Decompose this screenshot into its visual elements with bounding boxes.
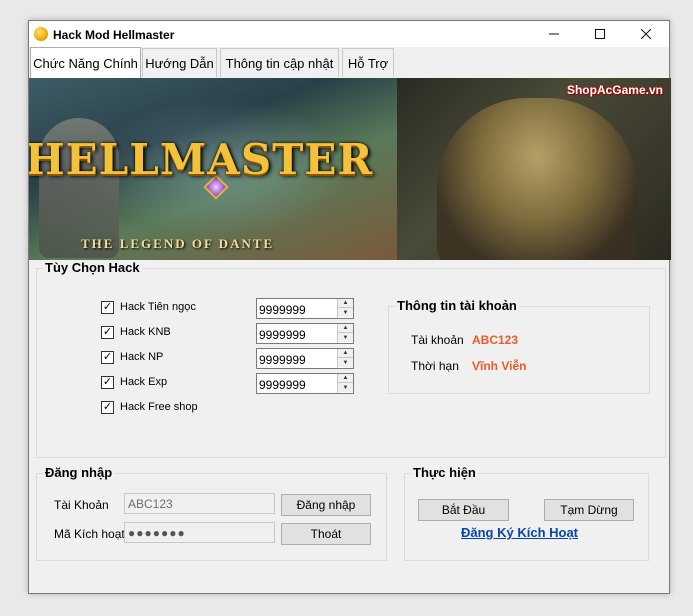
banner-artwork-right: ShopAcGame.vn (397, 78, 671, 260)
login-button[interactable]: Đăng nhập (281, 494, 371, 516)
hack-option-np[interactable]: ✓ Hack NP (101, 349, 163, 365)
checkbox-tien-ngoc[interactable]: ✓ (101, 300, 114, 314)
checkbox-exp[interactable]: ✓ (101, 375, 114, 389)
stepper-down-icon[interactable]: ▼ (338, 333, 353, 342)
window-title: Hack Mod Hellmaster (53, 28, 175, 42)
tab-update-info[interactable]: Thông tin cập nhật (220, 48, 339, 77)
checkbox-knb[interactable]: ✓ (101, 325, 114, 339)
banner-artwork-left: HELLMASTER THE LEGEND OF DANTE (29, 78, 397, 260)
stepper-up-icon[interactable]: ▲ (338, 349, 353, 358)
tab-main-functions[interactable]: Chức Năng Chính (30, 47, 141, 78)
stepper-down-icon[interactable]: ▼ (338, 358, 353, 367)
close-button[interactable] (623, 21, 669, 47)
hack-option-exp[interactable]: ✓ Hack Exp (101, 374, 167, 390)
execute-group: Thực hiện Bắt Đầu Tạm Dừng Đăng Ký Kích … (404, 465, 649, 561)
stepper-value[interactable]: 9999999 (259, 378, 306, 392)
close-icon (641, 29, 651, 39)
stepper-down-icon[interactable]: ▼ (338, 308, 353, 317)
exit-button[interactable]: Thoát (281, 523, 371, 545)
stepper-value[interactable]: 9999999 (259, 328, 306, 342)
hack-option-label: Hack KNB (120, 326, 171, 338)
expiry-label: Thời hạn (411, 359, 459, 373)
stepper-value[interactable]: 9999999 (259, 353, 306, 367)
hack-options-title: Tùy Chọn Hack (43, 260, 142, 275)
game-banner: HELLMASTER THE LEGEND OF DANTE ShopAcGam… (29, 78, 671, 260)
banner-warrior-image (437, 98, 637, 260)
knb-amount-stepper[interactable]: 9999999 ▲ ▼ (256, 323, 354, 344)
hack-option-label: Hack Free shop (120, 401, 198, 413)
activation-code-field[interactable]: ●●●●●●● (124, 522, 275, 543)
game-logo-subtitle: THE LEGEND OF DANTE (81, 236, 275, 251)
minimize-button[interactable] (531, 21, 577, 47)
checkbox-np[interactable]: ✓ (101, 350, 114, 364)
app-coin-icon (34, 27, 48, 41)
tab-support[interactable]: Hỗ Trợ (342, 48, 394, 77)
login-account-field[interactable]: ABC123 (124, 493, 275, 514)
hack-option-label: Hack NP (120, 351, 164, 363)
stepper-value[interactable]: 9999999 (259, 303, 306, 317)
hack-option-tien-ngoc[interactable]: ✓ Hack Tiên ngọc (101, 299, 196, 315)
account-label: Tài khoản (411, 333, 464, 347)
execute-title: Thực hiện (411, 465, 478, 480)
login-title: Đăng nhập (43, 465, 115, 480)
tien-ngoc-amount-stepper[interactable]: 9999999 ▲ ▼ (256, 298, 354, 319)
stepper-up-icon[interactable]: ▲ (338, 299, 353, 308)
maximize-button[interactable] (577, 21, 623, 47)
stepper-up-icon[interactable]: ▲ (338, 374, 353, 383)
tab-guide[interactable]: Hướng Dẫn (142, 48, 217, 77)
account-info-title: Thông tin tài khoản (395, 298, 519, 313)
login-account-label: Tài Khoản (54, 498, 109, 512)
activation-code-label: Mã Kích hoạt (54, 527, 125, 541)
title-bar[interactable]: Hack Mod Hellmaster (29, 21, 669, 47)
minimize-icon (549, 33, 559, 35)
login-group: Đăng nhập Tài Khoản ABC123 Đăng nhập Mã … (36, 465, 387, 561)
shop-watermark: ShopAcGame.vn (566, 83, 663, 97)
np-amount-stepper[interactable]: 9999999 ▲ ▼ (256, 348, 354, 369)
hack-option-free-shop[interactable]: ✓ Hack Free shop (101, 399, 198, 415)
game-logo-title: HELLMASTER (29, 135, 374, 184)
hack-options-group: Tùy Chọn Hack ✓ Hack Tiên ngọc ✓ Hack KN… (36, 260, 666, 458)
hack-option-knb[interactable]: ✓ Hack KNB (101, 324, 171, 340)
start-button[interactable]: Bắt Đầu (418, 499, 509, 521)
tab-bar: Chức Năng Chính Hướng Dẫn Thông tin cập … (29, 47, 669, 78)
app-window: Hack Mod Hellmaster Chức Năng Chính Hướn… (28, 20, 671, 594)
hack-option-label: Hack Tiên ngọc (120, 301, 196, 313)
stepper-down-icon[interactable]: ▼ (338, 383, 353, 392)
account-info-group: Thông tin tài khoản Tài khoản ABC123 Thờ… (388, 298, 650, 394)
pause-button[interactable]: Tạm Dừng (544, 499, 634, 521)
exp-amount-stepper[interactable]: 9999999 ▲ ▼ (256, 373, 354, 394)
checkbox-free-shop[interactable]: ✓ (101, 400, 114, 414)
hack-option-label: Hack Exp (120, 376, 168, 388)
stepper-up-icon[interactable]: ▲ (338, 324, 353, 333)
expiry-value: Vĩnh Viễn (472, 359, 527, 373)
register-activation-link[interactable]: Đăng Ký Kích Hoạt (461, 525, 578, 540)
maximize-icon (595, 29, 605, 39)
account-value: ABC123 (472, 333, 519, 347)
